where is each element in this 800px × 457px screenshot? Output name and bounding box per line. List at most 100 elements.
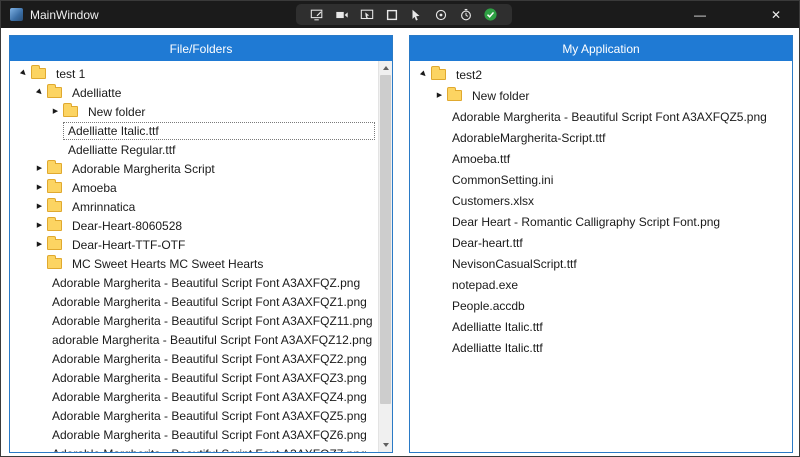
tree-item-file[interactable]: Adelliatte Italic.ttf xyxy=(416,316,792,337)
tree-item-file[interactable]: NevisonCasualScript.ttf xyxy=(416,253,792,274)
expander-spacer xyxy=(32,256,47,271)
scroll-thumb[interactable] xyxy=(380,75,391,404)
expander-spacer xyxy=(32,332,47,347)
screen-cursor-icon[interactable] xyxy=(359,7,374,22)
expander-spacer xyxy=(432,193,447,208)
tree-item-folder[interactable]: ▶New folder xyxy=(416,85,792,106)
tree-item-file[interactable]: Adelliatte Regular.ttf xyxy=(16,140,379,159)
expander-spacer xyxy=(32,408,47,423)
tree-item-file[interactable]: Customers.xlsx xyxy=(416,190,792,211)
my-application-panel: My Application ▶test2▶New folderAdorable… xyxy=(409,35,793,453)
indent-spacer xyxy=(16,415,32,416)
expand-arrow-icon[interactable]: ▶ xyxy=(32,218,47,233)
indent-spacer xyxy=(16,263,32,264)
indent-spacer xyxy=(16,301,32,302)
timer-icon[interactable] xyxy=(458,7,473,22)
pointer-icon[interactable] xyxy=(409,7,424,22)
tree-item-file[interactable]: Dear-heart.ttf xyxy=(416,232,792,253)
tree-item-label: Dear Heart - Romantic Calligraphy Script… xyxy=(447,213,725,231)
tree-item-file[interactable]: Adorable Margherita - Beautiful Script F… xyxy=(16,311,379,330)
tree-item-file[interactable]: Dear Heart - Romantic Calligraphy Script… xyxy=(416,211,792,232)
tree-item-folder[interactable]: ▶Adelliatte xyxy=(16,83,379,102)
tree-item-label: Adorable Margherita - Beautiful Script F… xyxy=(447,108,772,126)
tree-item-folder[interactable]: ▶ Dear-Heart-8060528 xyxy=(16,216,379,235)
tree-item-folder[interactable]: ▶test 1 xyxy=(16,64,379,83)
expander-spacer xyxy=(48,123,63,138)
my-application-body: ▶test2▶New folder Adorable Margherita - B… xyxy=(410,61,792,452)
tree-item-file[interactable]: Adorable Margherita - Beautiful Script F… xyxy=(16,368,379,387)
tree-item-file[interactable]: adorable Margherita - Beautiful Script F… xyxy=(16,330,379,349)
tree-item-file[interactable]: Adorable Margherita - Beautiful Script F… xyxy=(416,106,792,127)
tree-item-label: notepad.exe xyxy=(447,276,523,294)
expand-arrow-icon[interactable]: ▶ xyxy=(32,237,47,252)
tree-item-label: Amrinnatica xyxy=(67,198,140,216)
tree-item-label: CommonSetting.ini xyxy=(447,171,558,189)
tree-item-label: Dear-Heart-8060528 xyxy=(67,217,187,235)
indent-spacer xyxy=(16,225,32,226)
expander-spacer xyxy=(432,109,447,124)
expander-spacer xyxy=(32,351,47,366)
expander-spacer xyxy=(32,313,47,328)
screen-draw-icon[interactable] xyxy=(310,7,325,22)
expander-spacer xyxy=(32,275,47,290)
tree-item-folder[interactable]: ▶Dear-Heart-TTF-OTF xyxy=(16,235,379,254)
tree-item-file[interactable]: AdorableMargherita-Script.ttf xyxy=(416,127,792,148)
expander-spacer xyxy=(32,294,47,309)
tree-item-file[interactable]: Adorable Margherita - Beautiful Script F… xyxy=(16,292,379,311)
minimize-button[interactable]: — xyxy=(679,1,721,28)
indent-spacer xyxy=(16,149,48,150)
expand-arrow-icon[interactable]: ▶ xyxy=(32,180,47,195)
file-folders-body: ▶test 1▶Adelliatte▶New folderAdelliatte … xyxy=(10,61,392,452)
video-camera-icon[interactable] xyxy=(335,7,350,22)
tree-item-file[interactable]: Adorable Margherita - Beautiful Script F… xyxy=(16,387,379,406)
folder-icon xyxy=(47,258,62,269)
tree-item-label: NevisonCasualScript.ttf xyxy=(447,255,582,273)
tree-item-label: Amoeba.ttf xyxy=(447,150,515,168)
tree-item-file[interactable]: Adelliatte Italic.ttf xyxy=(16,121,379,140)
folder-icon xyxy=(47,163,62,174)
left-tree: ▶test 1▶Adelliatte▶New folderAdelliatte … xyxy=(10,61,379,452)
success-check-icon[interactable] xyxy=(483,7,498,22)
tree-item-file[interactable]: Adorable Margherita - Beautiful Script F… xyxy=(16,349,379,368)
tree-item-folder[interactable]: ▶New folder xyxy=(16,102,379,121)
folder-icon xyxy=(47,220,62,231)
tree-item-file[interactable]: Adorable Margherita - Beautiful Script F… xyxy=(16,273,379,292)
expand-arrow-icon[interactable]: ▶ xyxy=(432,88,447,103)
tree-item-file[interactable]: Adorable Margherita - Beautiful Script F… xyxy=(16,444,379,452)
folder-icon xyxy=(47,239,62,250)
folder-icon xyxy=(31,68,46,79)
tree-item-label: Customers.xlsx xyxy=(447,192,539,210)
tree-item-file[interactable]: Adorable Margherita - Beautiful Script F… xyxy=(16,425,379,444)
tree-item-label: People.accdb xyxy=(447,297,530,315)
tree-item-folder[interactable]: ▶ Amrinnatica xyxy=(16,197,379,216)
tree-item-file[interactable]: People.accdb xyxy=(416,295,792,316)
webcam-icon[interactable] xyxy=(434,7,449,22)
scroll-down-button[interactable] xyxy=(379,438,392,452)
expand-arrow-icon[interactable]: ▶ xyxy=(32,199,47,214)
tree-item-file[interactable]: Adorable Margherita - Beautiful Script F… xyxy=(16,406,379,425)
tree-item-file[interactable]: CommonSetting.ini xyxy=(416,169,792,190)
scroll-up-button[interactable] xyxy=(379,61,392,75)
tree-item-file[interactable]: Adelliatte Italic.ttf xyxy=(416,337,792,358)
vertical-scrollbar[interactable] xyxy=(378,61,392,452)
tree-item-label: Adorable Margherita - Beautiful Script F… xyxy=(47,350,372,368)
tree-item-folder[interactable]: ▶Adorable Margherita Script xyxy=(16,159,379,178)
indent-spacer xyxy=(416,200,432,201)
tree-item-file[interactable]: Amoeba.ttf xyxy=(416,148,792,169)
close-button[interactable]: ✕ xyxy=(755,1,797,28)
indent-spacer xyxy=(16,396,32,397)
tree-item-label: Adelliatte Italic.ttf xyxy=(447,339,548,357)
indent-spacer xyxy=(416,116,432,117)
tree-item-folder[interactable]: MC Sweet Hearts MC Sweet Hearts xyxy=(16,254,379,273)
tree-item-label: AdorableMargherita-Script.ttf xyxy=(447,129,610,147)
indent-spacer xyxy=(16,168,32,169)
tree-item-folder[interactable]: ▶test2 xyxy=(416,64,792,85)
expand-arrow-icon[interactable]: ▶ xyxy=(48,104,63,119)
folder-icon xyxy=(63,106,78,117)
tree-item-file[interactable]: notepad.exe xyxy=(416,274,792,295)
expander-spacer xyxy=(32,370,47,385)
tree-item-folder[interactable]: ▶Amoeba xyxy=(16,178,379,197)
expand-arrow-icon[interactable]: ▶ xyxy=(32,161,47,176)
indent-spacer xyxy=(416,305,432,306)
stop-square-icon[interactable] xyxy=(384,7,399,22)
